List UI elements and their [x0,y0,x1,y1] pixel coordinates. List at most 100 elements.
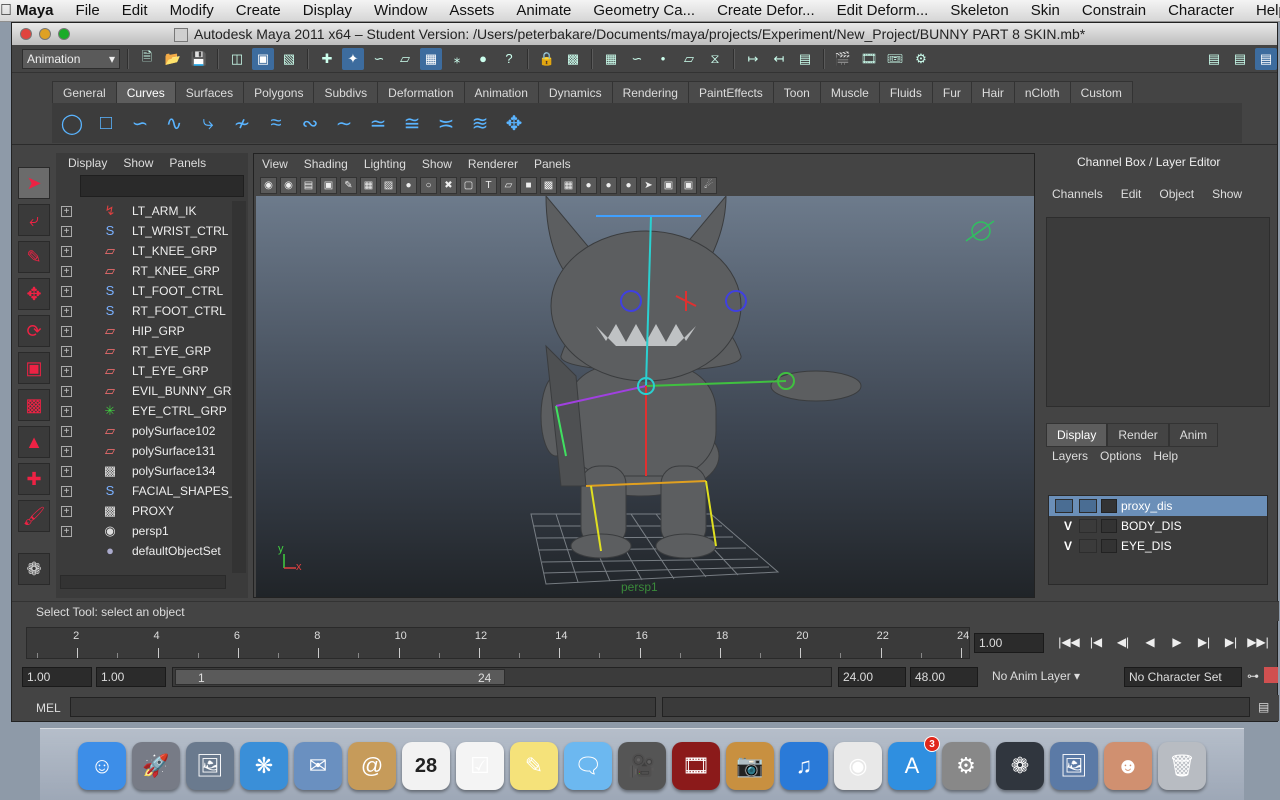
snap-to-plane-icon[interactable]: ▱ [678,48,700,70]
go-to-end-button[interactable]: ▶▶| [1247,635,1269,649]
range-slider[interactable]: 1 24 [172,667,832,687]
image-plane-icon[interactable]: ▣ [320,176,337,194]
ambient-occlusion-icon[interactable]: ● [620,176,637,194]
paint-select-tool-icon[interactable]: ✎ [18,241,50,273]
range-slider-handle[interactable]: 1 24 [175,669,505,685]
minimize-window-button[interactable] [39,28,51,40]
menu-app-maya[interactable]: Maya [12,2,65,19]
snap-to-grid-icon[interactable]: ▦ [600,48,622,70]
perspective-viewport[interactable]: y x persp1 [256,196,1034,597]
highlight-selection-icon[interactable]: ▩ [562,48,584,70]
outliner-menu-show[interactable]: Show [123,156,153,170]
soft-modification-icon[interactable]: ▲ [18,426,50,458]
menu-geometry-cache[interactable]: Geometry Ca... [582,2,706,19]
select-by-dynamics-icon[interactable]: ⁎ [446,48,468,70]
shelf-tab-fluids[interactable]: Fluids [878,81,933,103]
trash-icon[interactable]: 🗑 [1158,742,1206,790]
field-chart-icon[interactable]: ✖ [440,176,457,194]
step-back-frame-button[interactable]: ◀| [1112,635,1134,649]
layer-visibility-toggle[interactable] [1055,499,1073,513]
layer-color-swatch[interactable] [1101,499,1117,513]
menu-create[interactable]: Create [225,2,292,19]
make-live-icon[interactable]: ⧖ [704,48,726,70]
outliner-item[interactable]: + ▱ polySurface131 [56,441,232,461]
select-by-misc-icon[interactable]: ? [498,48,520,70]
facetime-icon[interactable]: 🎥 [618,742,666,790]
channel-menu-edit[interactable]: Edit [1121,187,1142,207]
menu-constrain[interactable]: Constrain [1071,2,1157,19]
step-back-key-button[interactable]: |◀ [1085,635,1107,649]
cv-curve-tool-icon[interactable]: ∽ [126,109,154,137]
expand-icon[interactable]: + [61,265,72,277]
film-gate-icon[interactable]: ▨ [380,176,397,194]
outliner-item[interactable]: + ↯ LT_ARM_IK [56,201,232,221]
tab-display[interactable]: Display [1046,423,1108,447]
universal-manipulator-icon[interactable]: ▩ [18,389,50,421]
textured-icon[interactable]: ▦ [560,176,577,194]
maya-icon[interactable]: ❁ [996,742,1044,790]
output-connections-icon[interactable]: ↤ [768,48,790,70]
expand-icon[interactable]: + [61,285,72,297]
gate-mask-icon[interactable]: ○ [420,176,437,194]
tab-render[interactable]: Render [1107,423,1169,447]
nurbs-circle-icon[interactable]: ◯ [58,109,86,137]
chrome-icon[interactable]: ◉ [834,742,882,790]
script-editor-icon[interactable]: ▤ [1258,700,1269,714]
attach-curves-icon[interactable]: ≈ [262,109,290,137]
render-settings-icon[interactable]: ⚙ [910,48,932,70]
select-hierarchy-icon[interactable]: ◫ [226,48,248,70]
finder-icon[interactable]: ☺ [78,742,126,790]
viewport-menu-renderer[interactable]: Renderer [468,157,518,171]
shelf-tab-fur[interactable]: Fur [931,81,972,103]
outliner-vertical-scrollbar[interactable] [232,201,246,573]
paint-skin-weights-icon[interactable]: 🖌 [18,500,50,532]
shelf-tab-subdivs[interactable]: Subdivs [313,81,379,103]
shelf-tab-toon[interactable]: Toon [772,81,821,103]
shelf-tab-curves[interactable]: Curves [115,81,176,103]
select-by-curves-icon[interactable]: ∽ [368,48,390,70]
channel-menu-object[interactable]: Object [1159,187,1194,207]
shelf-tab-rendering[interactable]: Rendering [611,81,689,103]
layer-display-type-toggle[interactable] [1079,539,1097,553]
extend-curve-icon[interactable]: ≃ [364,109,392,137]
arc-tool-icon[interactable]: ≁ [228,109,256,137]
toggle-attribute-editor-icon[interactable]: ▤ [1203,48,1225,70]
layer-display-type-toggle[interactable] [1079,499,1097,513]
shadows-icon[interactable]: ● [600,176,617,194]
expand-icon[interactable]: + [61,405,72,417]
outliner-item[interactable]: + S LT_WRIST_CTRL [56,221,232,241]
new-scene-icon[interactable]: 🗎 [136,48,158,70]
display-layer-row[interactable]: V BODY_DIS [1049,516,1267,536]
smooth-shade-icon[interactable]: ■ [520,176,537,194]
app-store-icon[interactable]: A3 [888,736,940,790]
toggle-channel-box-icon[interactable]: ▤ [1255,47,1277,70]
outliner-item[interactable]: + ▱ RT_EYE_GRP [56,341,232,361]
photo-browser-icon[interactable]: 🖼 [186,742,234,790]
layer-menu-help[interactable]: Help [1153,449,1178,463]
select-object-icon[interactable]: ▣ [252,47,274,70]
lock-selection-icon[interactable]: 🔒 [536,48,558,70]
expand-icon[interactable]: + [61,225,72,237]
menu-skeleton[interactable]: Skeleton [939,2,1019,19]
outliner-item[interactable]: + S FACIAL_SHAPES_CT [56,481,232,501]
layer-visibility-toggle[interactable]: V [1059,539,1077,553]
expand-icon[interactable]: + [61,205,72,217]
command-input[interactable] [70,697,656,717]
launchpad-icon[interactable]: 🚀 [132,742,180,790]
outliner-menu-display[interactable]: Display [68,156,107,170]
outliner-item[interactable]: + ▱ EVIL_BUNNY_GRP [56,381,232,401]
channel-menu-show[interactable]: Show [1212,187,1242,207]
snap-to-point-icon[interactable]: • [652,48,674,70]
expand-icon[interactable]: + [61,385,72,397]
expand-icon[interactable]: + [61,425,72,437]
system-preferences-icon[interactable]: ⚙ [942,742,990,790]
shelf-tab-animation[interactable]: Animation [463,81,539,103]
wireframe-on-shaded-icon[interactable]: ▩ [540,176,557,194]
menu-edit[interactable]: Edit [111,2,159,19]
bookmark-icon[interactable]: ▤ [300,176,317,194]
pencil-curve-tool-icon[interactable]: ⤷ [194,109,222,137]
shelf-tab-ncloth[interactable]: nCloth [1013,81,1071,103]
go-to-start-button[interactable]: |◀◀ [1058,635,1080,649]
outliner-item[interactable]: + ▩ PROXY [56,501,232,521]
iphoto-icon[interactable]: 📷 [726,742,774,790]
